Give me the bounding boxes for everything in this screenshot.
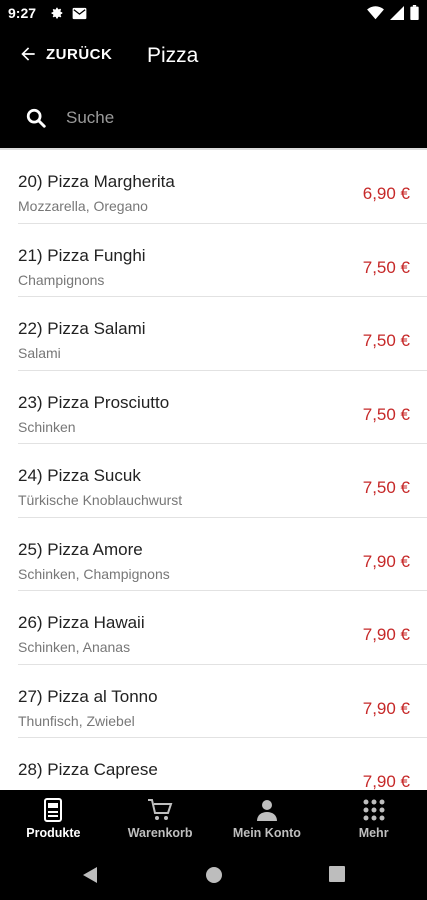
search-icon[interactable] [25, 107, 47, 129]
item-price: 7,50 € [362, 257, 410, 277]
item-name: 27) Pizza al Tonno [18, 686, 158, 706]
status-right-icons [367, 5, 419, 20]
back-button[interactable]: ZURÜCK [18, 44, 112, 64]
grid-icon [363, 797, 385, 823]
wifi-icon [367, 5, 384, 19]
item-name: 21) Pizza Funghi [18, 245, 146, 265]
nav-item-mehr[interactable]: Mehr [320, 790, 427, 850]
item-price: 7,50 € [362, 331, 410, 350]
item-price: 7,50 € [362, 478, 410, 497]
item-name: 26) Pizza Hawaii [18, 613, 145, 632]
list-item[interactable]: 26) Pizza Hawaii Schinken, Ananas 7,90 € [18, 591, 427, 665]
list-item[interactable]: 24) Pizza Sucuk Türkische Knoblauchwurst… [18, 444, 427, 518]
item-description: Schinken, Champignons [18, 565, 170, 582]
nav-label: Mehr [358, 826, 389, 840]
item-description: Mozzarella, Oregano [18, 198, 148, 214]
person-icon [255, 797, 279, 823]
item-name: 28) Pizza Caprese [18, 760, 158, 779]
item-name: 24) Pizza Sucuk [18, 466, 141, 485]
search-bar [0, 88, 427, 148]
list-item[interactable]: 28) Pizza Caprese 7,90 € [18, 738, 427, 790]
list-item[interactable]: 23) Pizza Prosciutto Schinken 7,50 € [18, 371, 427, 444]
item-name: 22) Pizza Salami [18, 319, 146, 338]
battery-icon [410, 5, 419, 20]
item-description: Thunfisch, Zwiebel [18, 712, 135, 729]
list-item[interactable]: 25) Pizza Amore Schinken, Champignons 7,… [18, 518, 427, 591]
nav-label: Mein Konto [232, 826, 301, 840]
item-price: 7,90 € [362, 772, 410, 790]
mail-icon [72, 7, 87, 19]
item-price: 6,90 € [362, 184, 410, 203]
nav-label: Warenkorb [127, 826, 193, 840]
nav-item-warenkorb[interactable]: Warenkorb [107, 790, 214, 850]
nav-label: Produkte [26, 826, 81, 840]
list-item[interactable]: 20) Pizza Margherita Mozzarella, Oregano… [18, 150, 427, 224]
item-description: Champignons [18, 271, 105, 288]
system-nav-bar [0, 850, 427, 900]
menu-card-icon [43, 797, 63, 823]
nav-item-produkte[interactable]: Produkte [0, 790, 107, 850]
system-back-icon[interactable] [82, 866, 98, 884]
item-name: 20) Pizza Margherita [18, 172, 175, 191]
gear-icon [51, 7, 63, 19]
app-bar: ZURÜCK Pizza [0, 28, 427, 88]
nav-item-mein-konto[interactable]: Mein Konto [214, 790, 321, 850]
search-input[interactable] [66, 103, 406, 133]
list-item[interactable]: 21) Pizza Funghi Champignons 7,50 € [18, 224, 427, 297]
item-description: Türkische Knoblauchwurst [18, 492, 183, 508]
signal-icon [390, 5, 404, 20]
list-item[interactable]: 27) Pizza al Tonno Thunfisch, Zwiebel 7,… [18, 665, 427, 738]
bottom-nav: Produkte Warenkorb Mein Konto Mehr [0, 790, 427, 850]
page-title: Pizza [147, 44, 199, 67]
back-label: ZURÜCK [46, 45, 113, 63]
item-price: 7,90 € [362, 698, 410, 718]
item-description: Schinken, Ananas [18, 639, 131, 655]
item-price: 7,90 € [362, 625, 410, 644]
status-time: 9:27 [8, 5, 37, 21]
item-name: 23) Pizza Prosciutto [18, 392, 170, 412]
arrow-left-icon [21, 47, 35, 61]
cart-icon [147, 797, 173, 823]
item-description: Schinken [18, 418, 76, 435]
list-item[interactable]: 22) Pizza Salami Salami 7,50 € [18, 297, 427, 371]
product-list[interactable]: 20) Pizza Margherita Mozzarella, Oregano… [0, 148, 427, 790]
status-bar: 9:27 [0, 0, 427, 28]
item-price: 7,50 € [362, 404, 410, 424]
system-recents-icon[interactable] [329, 866, 345, 882]
item-name: 25) Pizza Amore [18, 539, 143, 559]
system-home-icon[interactable] [205, 866, 223, 884]
status-left-icons [50, 6, 87, 20]
item-price: 7,90 € [362, 551, 410, 571]
item-description: Salami [18, 345, 61, 361]
